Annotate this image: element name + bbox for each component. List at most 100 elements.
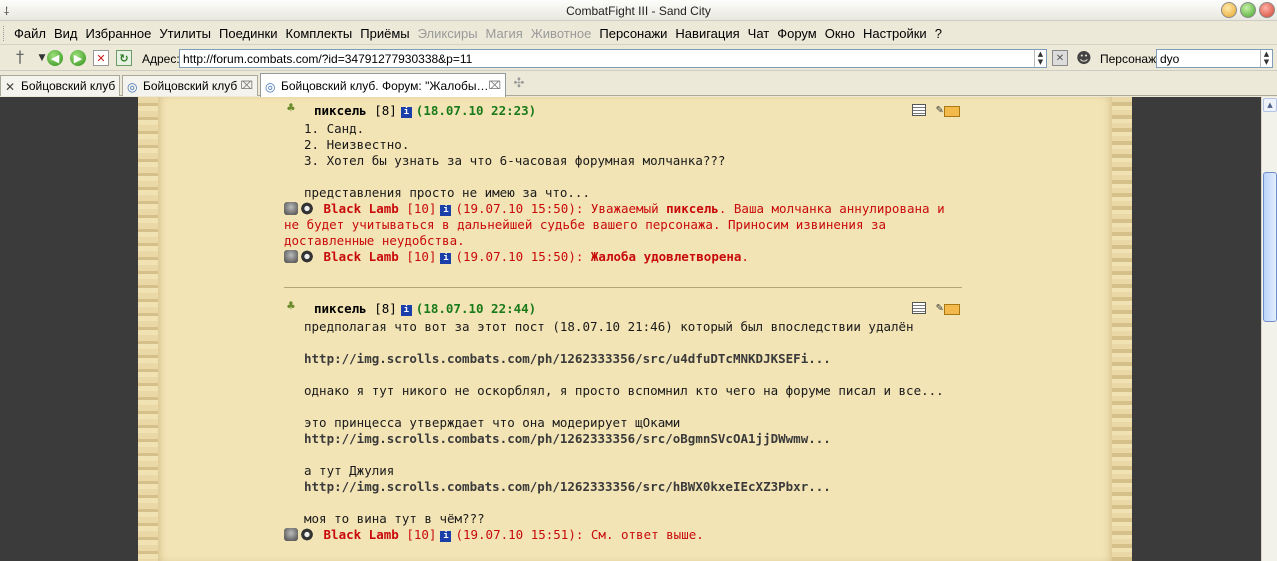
info-icon[interactable]: i xyxy=(400,107,412,118)
moderator-name[interactable]: Black Lamb xyxy=(324,249,399,264)
moderator-name[interactable]: Black Lamb xyxy=(324,201,399,216)
post-text-line: это принцесса утверждает что она модерир… xyxy=(304,415,681,430)
post-text-line xyxy=(304,495,964,511)
menu-list: Файл Вид Избранное Утилиты Поединки Комплекты… xyxy=(10,26,946,41)
list-icon[interactable] xyxy=(912,302,926,314)
skull-icon xyxy=(284,528,298,541)
menu-item[interactable]: Вид xyxy=(50,26,82,41)
clan-icon: ♣ xyxy=(287,299,295,314)
gear-icon xyxy=(300,202,314,215)
vertical-scrollbar[interactable]: ▲ xyxy=(1261,97,1277,561)
menu-item[interactable]: Комплекты xyxy=(282,26,357,41)
skull-icon xyxy=(284,250,298,263)
character-select[interactable] xyxy=(1156,49,1273,68)
tab-close-icon[interactable]: ⌧ xyxy=(488,79,501,92)
minimize-button[interactable] xyxy=(1221,2,1237,18)
forum-post: ♣ пиксель [8] i (18.07.10 22:23) ✎ 1. Санд… xyxy=(284,101,964,265)
address-input[interactable] xyxy=(179,49,1047,68)
browser-icon: ◎ xyxy=(265,80,276,94)
menu-item[interactable]: Файл xyxy=(10,26,50,41)
menu-item[interactable]: Окно xyxy=(821,26,859,41)
post-text-line: 3. Хотел бы узнать за что 6-часовая фору… xyxy=(304,153,726,168)
post-author[interactable]: пиксель [8] i (18.07.10 22:44) xyxy=(314,301,536,316)
post-body: 1. Санд. 2. Неизвестно. 3. Хотел бы узнать… xyxy=(284,121,964,201)
crossed-swords-icon: ✕ xyxy=(5,80,16,94)
close-button[interactable] xyxy=(1259,2,1275,18)
moderate-tools-icon[interactable]: ✎ xyxy=(936,300,960,316)
menu-item[interactable]: Приёмы xyxy=(356,26,413,41)
clan-icon: ♣ xyxy=(287,101,295,116)
menu-item: Эликсиры xyxy=(417,26,478,41)
post-date: (18.07.10 22:23) xyxy=(415,103,537,118)
menu-item[interactable]: Навигация xyxy=(671,26,743,41)
menu-bar: Файл Вид Избранное Утилиты Поединки Комплекты… xyxy=(0,22,1277,45)
post-header: ♣ пиксель [8] i (18.07.10 22:44) ✎ xyxy=(284,299,964,319)
tab-fight-club-1[interactable]: ✕ Бойцовский клуб xyxy=(0,75,120,96)
post-date: (18.07.10 22:44) xyxy=(415,301,537,316)
reply-continuation-line: доставленные неудобства. xyxy=(284,233,465,248)
title-bar: ⸸ CombatFight III - Sand City xyxy=(0,0,1277,21)
menu-item[interactable]: Поединки xyxy=(215,26,282,41)
menu-item[interactable]: Настройки xyxy=(859,26,931,41)
reply-bold-text: Жалоба удовлетворена xyxy=(590,249,742,264)
reload-button[interactable]: ↻ xyxy=(116,50,132,66)
post-text-line: предполагая что вот за этот пост (18.07.… xyxy=(304,319,914,334)
stop-button[interactable]: ✕ xyxy=(93,50,109,66)
menu-item[interactable]: Чат xyxy=(744,26,774,41)
info-icon[interactable]: i xyxy=(440,205,452,216)
menu-item[interactable]: Утилиты xyxy=(155,26,215,41)
menu-item: Животное xyxy=(530,26,592,41)
post-text-line: моя то вина тут в чём??? xyxy=(304,511,485,526)
clear-address-icon[interactable]: ✕ xyxy=(1052,50,1068,66)
post-text-line: а тут Джулия xyxy=(304,463,395,478)
moderator-level: [10] xyxy=(406,201,437,216)
menu-item[interactable]: ? xyxy=(931,26,946,41)
parchment-edge-right xyxy=(1112,97,1132,561)
image-link[interactable]: http://img.scrolls.combats.com/ph/126233… xyxy=(304,351,964,367)
moderator-name[interactable]: Black Lamb xyxy=(324,527,399,542)
reply-bold-text: пиксель xyxy=(666,201,719,216)
reply-continuation-line: не будет учитываться в дальнейшей судьбе… xyxy=(284,217,887,232)
info-icon[interactable]: i xyxy=(440,253,452,264)
post-text-line xyxy=(304,335,964,351)
forward-button[interactable]: ▶ xyxy=(70,50,86,66)
address-spinner[interactable]: ▲ ▼ xyxy=(1034,50,1046,67)
menu-item[interactable]: Избранное xyxy=(82,26,156,41)
moderator-reply: Black Lamb [10] i (19.07.10 15:50): Уважае… xyxy=(284,201,964,249)
image-link[interactable]: http://img.scrolls.combats.com/ph/126233… xyxy=(304,431,964,447)
moderate-tools-icon[interactable]: ✎ xyxy=(936,102,960,118)
reply-text-rest: . Ваша молчанка аннулирована и xyxy=(718,201,945,216)
maximize-button[interactable] xyxy=(1240,2,1256,18)
gear-icon xyxy=(300,528,314,541)
back-button[interactable]: ◀ xyxy=(47,50,63,66)
scroll-up-arrow-icon[interactable]: ▲ xyxy=(1263,98,1277,112)
right-dark-rail xyxy=(1127,97,1261,561)
post-body: предполагая что вот за этот пост (18.07.… xyxy=(284,319,964,527)
post-author[interactable]: пиксель [8] i (18.07.10 22:23) xyxy=(314,103,536,118)
scroll-thumb[interactable] xyxy=(1263,172,1277,322)
moderator-reply: Black Lamb [10] i (19.07.10 15:51): См. от… xyxy=(284,527,964,543)
info-icon[interactable]: i xyxy=(400,305,412,316)
post-text-line xyxy=(304,169,964,185)
character-label: Персонаж: xyxy=(1100,52,1160,66)
tab-close-icon[interactable]: ⌧ xyxy=(240,79,253,92)
window-title: CombatFight III - Sand City xyxy=(566,4,711,18)
character-spinner[interactable]: ▲ ▼ xyxy=(1260,50,1272,67)
reply-text: (19.07.10 15:51): См. ответ выше. xyxy=(455,527,704,542)
skull-icon xyxy=(284,202,298,215)
image-link[interactable]: http://img.scrolls.combats.com/ph/126233… xyxy=(304,479,964,495)
address-label: Адрес: xyxy=(142,52,180,66)
people-icon[interactable]: ☻ xyxy=(1074,49,1094,67)
menu-item[interactable]: Форум xyxy=(773,26,821,41)
menu-item[interactable]: Персонажи xyxy=(595,26,671,41)
tab-fight-club-2[interactable]: ◎ Бойцовский клуб ⌧ xyxy=(122,75,258,96)
list-icon[interactable] xyxy=(912,104,926,116)
forum-page: ♣ пиксель [8] i (18.07.10 22:23) ✎ 1. Санд… xyxy=(0,97,1261,561)
left-dark-rail xyxy=(0,97,140,561)
menu-grip xyxy=(3,26,6,41)
reply-text: (19.07.10 15:50): xyxy=(455,249,591,264)
info-icon[interactable]: i xyxy=(440,531,452,542)
new-tab-button[interactable]: ✣ xyxy=(509,76,529,94)
tab-forum-complaints[interactable]: ◎ Бойцовский клуб. Форум: "Жалобы… ⌧ xyxy=(260,73,506,97)
cross-icon[interactable]: † xyxy=(12,47,28,66)
